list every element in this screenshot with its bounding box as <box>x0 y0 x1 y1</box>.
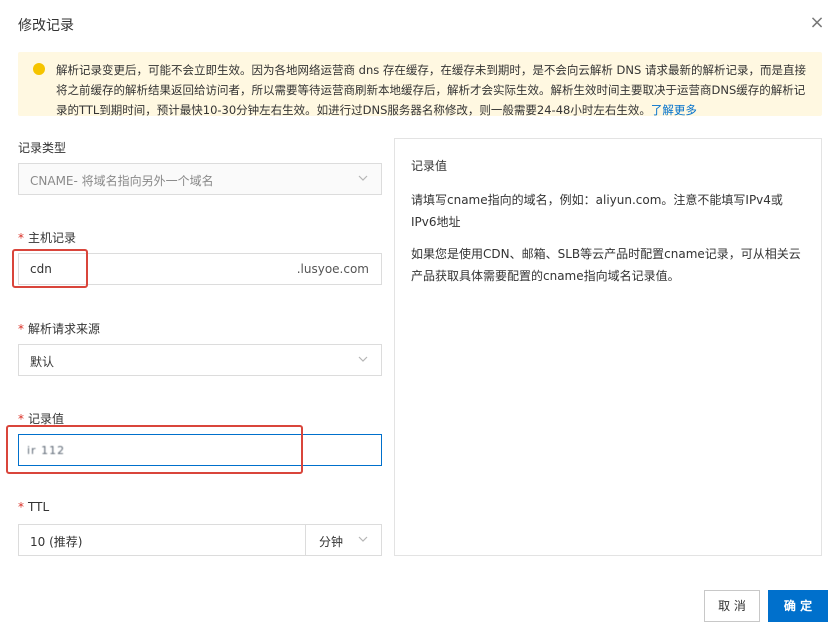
help-paragraph-2: 如果您是使用CDN、邮箱、SLB等云产品时配置cname记录，可从相关云产品获取… <box>411 247 801 283</box>
request-source-label: * 解析请求来源 <box>18 320 100 337</box>
host-highlight-box <box>12 249 88 288</box>
request-source-label-text: 解析请求来源 <box>28 322 101 336</box>
notice-text-block: 解析记录变更后，可能不会立即生效。因为各地网络运营商 dns 存在缓存，在缓存未… <box>56 60 814 120</box>
chevron-down-icon <box>358 536 368 542</box>
required-mark: * <box>18 500 24 514</box>
notice-banner: 解析记录变更后，可能不会立即生效。因为各地网络运营商 dns 存在缓存，在缓存未… <box>18 52 822 117</box>
ttl-unit-select[interactable]: 分钟 <box>305 524 382 556</box>
request-source-select[interactable]: 默认 <box>18 344 382 376</box>
cancel-button[interactable]: 取 消 <box>704 590 760 622</box>
record-type-value: CNAME- 将域名指向另外一个域名 <box>30 174 214 188</box>
ttl-input[interactable]: 10 (推荐) <box>18 524 306 556</box>
close-icon[interactable]: × <box>808 14 826 32</box>
modify-record-dialog: 修改记录 × 解析记录变更后，可能不会立即生效。因为各地网络运营商 dns 存在… <box>0 0 840 632</box>
learn-more-link[interactable]: 了解更多 <box>651 103 697 117</box>
help-title: 记录值 <box>411 159 448 173</box>
chevron-down-icon <box>358 175 368 181</box>
record-value-label-text: 记录值 <box>28 412 65 426</box>
required-mark: * <box>18 412 24 426</box>
ttl-unit-value: 分钟 <box>319 535 344 549</box>
help-panel: 记录值 请填写cname指向的域名，例如：aliyun.com。注意不能填写IP… <box>394 138 822 556</box>
request-source-value: 默认 <box>30 355 55 369</box>
dialog-title: 修改记录 <box>18 18 74 34</box>
ttl-value: 10 (推荐) <box>30 535 83 549</box>
ttl-label-text: TTL <box>28 500 50 514</box>
host-record-label: * 主机记录 <box>18 229 76 246</box>
warning-dot-icon <box>33 63 45 75</box>
record-type-label: 记录类型 <box>18 139 66 156</box>
ttl-label: * TTL <box>18 500 49 514</box>
record-value-highlight-box <box>6 425 303 474</box>
required-mark: * <box>18 231 24 245</box>
required-mark: * <box>18 322 24 336</box>
host-record-label-text: 主机记录 <box>28 231 77 245</box>
help-paragraph-1: 请填写cname指向的域名，例如：aliyun.com。注意不能填写IPv4或I… <box>411 193 783 229</box>
domain-suffix: .lusyoe.com <box>296 262 369 276</box>
record-type-label-text: 记录类型 <box>18 141 67 155</box>
chevron-down-icon <box>358 356 368 362</box>
record-type-select[interactable]: CNAME- 将域名指向另外一个域名 <box>18 163 382 195</box>
confirm-button[interactable]: 确 定 <box>768 590 828 622</box>
